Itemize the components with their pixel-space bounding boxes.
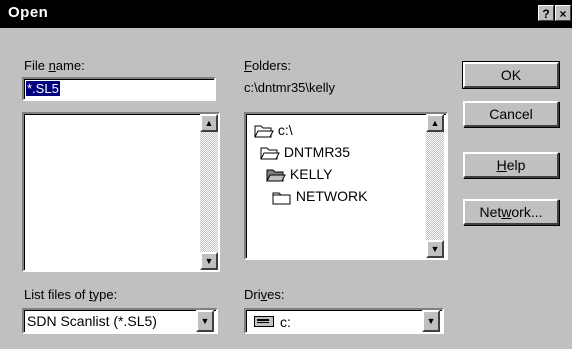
file-name-label-pre: File [24,58,49,73]
file-name-value: *.SL5 [26,81,60,96]
folder-open-icon [266,169,286,182]
help-button[interactable]: Help [463,152,559,178]
file-type-label: List files of type: [24,287,117,302]
dropdown-arrow-icon[interactable]: ▼ [196,310,214,332]
network-button-accel: w [501,204,512,220]
help-button-label: elp [506,157,526,173]
scroll-down-icon[interactable]: ▼ [200,252,218,270]
drive-icon [254,316,274,327]
file-name-label-accel: n [48,58,56,73]
tree-item-dntmr35[interactable]: DNTMR35 [260,144,350,161]
tree-item-label: c:\ [277,122,293,138]
drives-select[interactable]: c: ▼ [244,308,444,334]
file-name-input[interactable]: *.SL5 [22,77,216,101]
folder-tree-scrollbar[interactable]: ▲ ▼ [426,114,444,258]
network-button-pre: Net [479,204,502,220]
file-type-value: SDN Scanlist (*.SL5) [27,313,157,329]
close-icon[interactable]: × [555,5,571,21]
help-button-accel: H [496,157,507,173]
file-type-label-post: ype: [92,287,118,302]
folder-open-icon [260,147,280,160]
file-type-label-pre: List files of [24,287,90,302]
tree-item-network[interactable]: NETWORK [272,188,367,205]
open-dialog: Open ? × File name: *.SL5 ▲ ▼ Folders: c… [0,0,572,349]
dialog-title: Open [8,4,49,21]
tree-item-label: NETWORK [295,188,368,204]
folders-label-post: olders: [251,58,291,73]
dropdown-arrow-icon[interactable]: ▼ [422,310,440,332]
network-button-post: ork... [511,204,543,220]
tree-item-kelly[interactable]: KELLY [266,166,332,183]
current-folder-path: c:\dntmr35\kelly [244,80,336,95]
scroll-down-icon[interactable]: ▼ [426,240,444,258]
file-list[interactable]: ▲ ▼ [22,112,220,272]
title-bar[interactable]: Open ? × [0,0,572,28]
drives-label-post: es: [267,287,285,302]
folders-label: Folders: [244,58,291,73]
tree-item-root[interactable]: c:\ [254,122,293,139]
file-type-select[interactable]: SDN Scanlist (*.SL5) ▼ [22,308,218,334]
scroll-up-icon[interactable]: ▲ [426,114,444,132]
drives-label: Drives: [244,287,284,302]
drives-value: c: [280,314,291,330]
cancel-button[interactable]: Cancel [463,101,559,127]
tree-item-label: DNTMR35 [283,144,351,160]
drives-label-pre: Dri [244,287,261,302]
file-list-scrollbar[interactable]: ▲ ▼ [200,114,218,270]
ok-button[interactable]: OK [462,61,560,89]
help-icon[interactable]: ? [538,5,554,21]
scroll-up-icon[interactable]: ▲ [200,114,218,132]
folder-tree[interactable]: c:\ DNTMR35 KELLY NETWORK ▲ ▼ [244,112,448,260]
folders-label-accel: F [244,58,252,73]
tree-item-label: KELLY [289,166,333,182]
file-name-label-post: ame: [55,58,85,73]
folder-open-icon [254,125,274,138]
file-name-label: File name: [24,58,85,73]
folder-closed-icon [272,192,291,205]
network-button[interactable]: Network... [463,199,559,225]
